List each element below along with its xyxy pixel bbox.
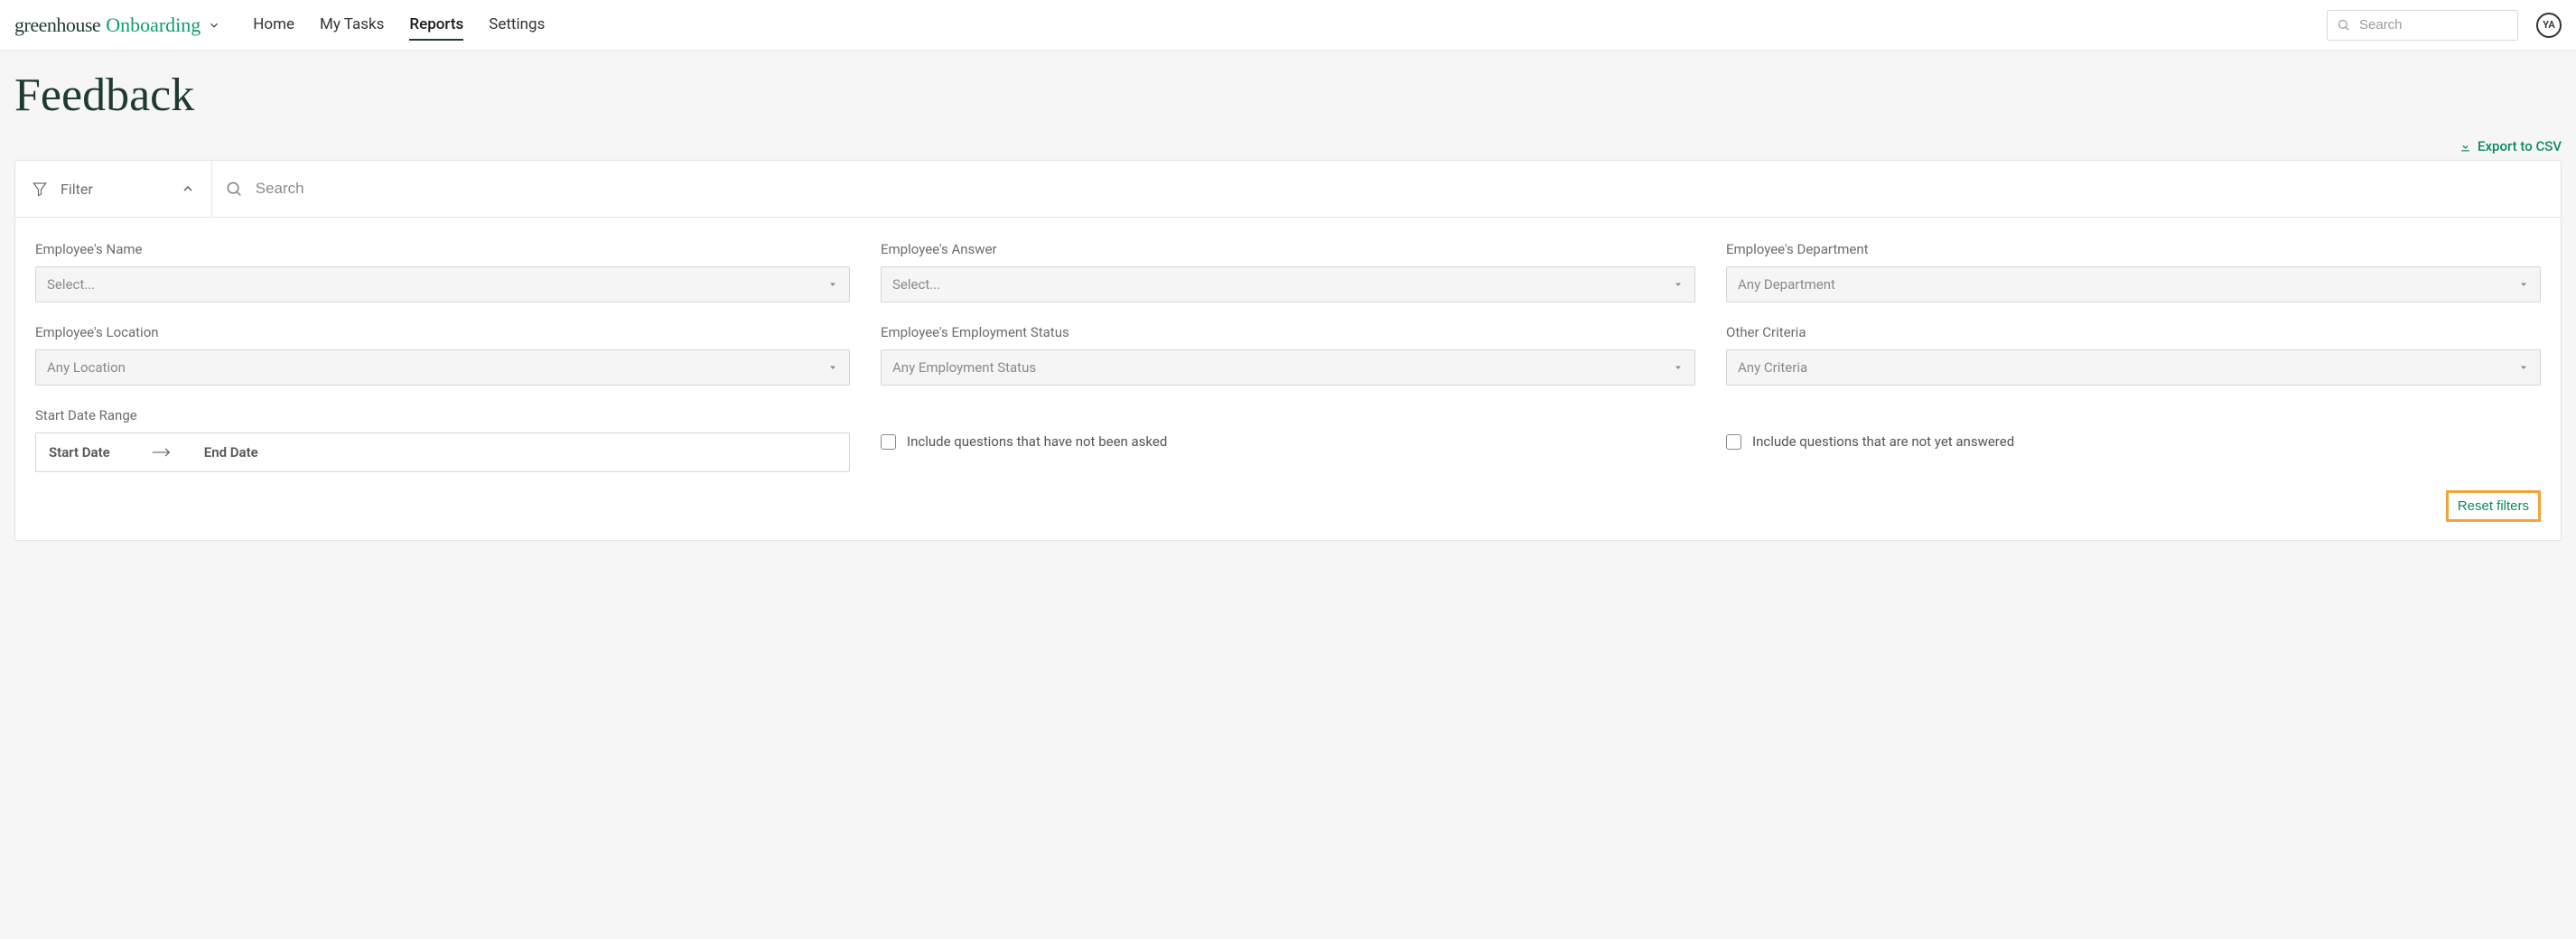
select-employee-department[interactable]: Any Department [1726, 266, 2541, 302]
top-search[interactable] [2327, 10, 2518, 41]
label-employee-answer: Employee's Answer [881, 241, 1695, 257]
field-employee-answer: Employee's Answer Select... [881, 241, 1695, 302]
select-placeholder: Select... [47, 276, 95, 293]
filter-toggle[interactable]: Filter [15, 161, 212, 217]
select-placeholder: Any Department [1738, 276, 1835, 293]
export-csv-button[interactable]: Export to CSV [2459, 138, 2562, 154]
brand-name-2: Onboarding [106, 14, 201, 37]
panel-search-input[interactable] [256, 180, 2548, 198]
label-include-not-asked: Include questions that have not been ask… [907, 433, 1167, 450]
label-employment-status: Employee's Employment Status [881, 324, 1695, 340]
nav-home[interactable]: Home [253, 10, 294, 41]
field-other-criteria: Other Criteria Any Criteria [1726, 324, 2541, 386]
label-other-criteria: Other Criteria [1726, 324, 2541, 340]
chevron-down-icon [208, 19, 220, 32]
nav-my-tasks[interactable]: My Tasks [320, 10, 384, 41]
nav-settings[interactable]: Settings [489, 10, 545, 41]
avatar[interactable]: YA [2536, 13, 2562, 38]
label-employee-name: Employee's Name [35, 241, 850, 257]
brand-name-1: greenhouse [14, 14, 100, 37]
filters-body: Employee's Name Select... Employee's Ans… [15, 218, 2561, 490]
field-include-not-answered: Include questions that are not yet answe… [1726, 411, 2541, 472]
panel-top: Filter [15, 161, 2561, 218]
daterange-start: Start Date [49, 444, 110, 460]
select-employee-answer[interactable]: Select... [881, 266, 1695, 302]
top-search-input[interactable] [2359, 17, 2508, 33]
select-other-criteria[interactable]: Any Criteria [1726, 349, 2541, 386]
field-employee-name: Employee's Name Select... [35, 241, 850, 302]
export-row: Export to CSV [14, 138, 2562, 154]
select-placeholder: Any Criteria [1738, 359, 1807, 376]
main-nav: Home My Tasks Reports Settings [253, 10, 545, 41]
caret-down-icon [2518, 279, 2529, 290]
filter-icon [32, 181, 48, 197]
caret-down-icon [827, 362, 838, 373]
label-start-date-range: Start Date Range [35, 407, 850, 423]
field-start-date-range: Start Date Range Start Date End Date [35, 407, 850, 472]
panel-search[interactable] [212, 161, 2561, 217]
reset-filters-button[interactable]: Reset filters [2446, 490, 2541, 522]
select-placeholder: Select... [892, 276, 940, 293]
export-csv-label: Export to CSV [2478, 138, 2562, 154]
chevron-up-icon [181, 181, 195, 196]
select-placeholder: Any Location [47, 359, 126, 376]
caret-down-icon [1673, 279, 1684, 290]
select-employment-status[interactable]: Any Employment Status [881, 349, 1695, 386]
label-employee-location: Employee's Location [35, 324, 850, 340]
field-employment-status: Employee's Employment Status Any Employm… [881, 324, 1695, 386]
page: Feedback Export to CSV Filter Employee's… [0, 51, 2576, 555]
caret-down-icon [827, 279, 838, 290]
search-icon [225, 180, 243, 198]
daterange-picker[interactable]: Start Date End Date [35, 432, 850, 472]
label-include-not-answered: Include questions that are not yet answe… [1752, 433, 2014, 450]
select-employee-location[interactable]: Any Location [35, 349, 850, 386]
download-icon [2459, 140, 2472, 153]
checkbox-include-not-answered[interactable] [1726, 434, 1741, 450]
caret-down-icon [2518, 362, 2529, 373]
select-placeholder: Any Employment Status [892, 359, 1036, 376]
top-bar: greenhouse Onboarding Home My Tasks Repo… [0, 0, 2576, 51]
field-employee-location: Employee's Location Any Location [35, 324, 850, 386]
page-title: Feedback [14, 69, 2562, 122]
daterange-end: End Date [204, 444, 258, 460]
checkbox-include-not-asked[interactable] [881, 434, 896, 450]
caret-down-icon [1673, 362, 1684, 373]
label-employee-department: Employee's Department [1726, 241, 2541, 257]
select-employee-name[interactable]: Select... [35, 266, 850, 302]
field-employee-department: Employee's Department Any Department [1726, 241, 2541, 302]
field-include-not-asked: Include questions that have not been ask… [881, 411, 1695, 472]
panel-footer: Reset filters [15, 490, 2561, 540]
arrow-right-icon [152, 446, 172, 459]
nav-reports[interactable]: Reports [409, 10, 463, 41]
filter-label: Filter [61, 181, 93, 198]
filter-panel: Filter Employee's Name Select... Emplo [14, 160, 2562, 541]
search-icon [2337, 18, 2350, 32]
brand-switcher[interactable]: greenhouse Onboarding [14, 14, 220, 37]
